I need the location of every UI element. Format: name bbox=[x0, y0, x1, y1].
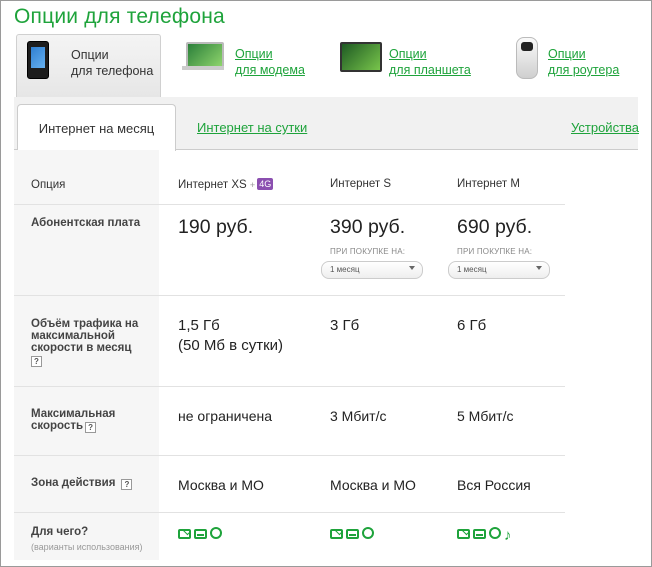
phone-icon bbox=[27, 41, 49, 79]
help-icon[interactable]: ? bbox=[121, 479, 133, 490]
plan-header-s: Интернет S bbox=[330, 178, 392, 190]
price-m: 690 руб. bbox=[457, 216, 533, 238]
traffic-label: Объём трафика на максимальной скорости в… bbox=[31, 318, 139, 367]
purpose-label: Для чего? bbox=[31, 526, 89, 538]
row-divider bbox=[14, 512, 565, 513]
buy-label-m: ПРИ ПОКУПКЕ НА: bbox=[457, 247, 533, 256]
zone-m: Вся Россия bbox=[457, 477, 531, 493]
message-icon bbox=[194, 529, 207, 539]
modem-icon bbox=[182, 42, 224, 70]
price-xs: 190 руб. bbox=[178, 216, 254, 238]
buy-label-s: ПРИ ПОКУПКЕ НА: bbox=[330, 247, 406, 256]
chevron-down-icon bbox=[536, 266, 542, 270]
period-select-m[interactable]: 1 месяц bbox=[448, 261, 550, 279]
help-icon[interactable]: ? bbox=[85, 422, 97, 433]
plan-header-m: Интернет M bbox=[457, 178, 520, 190]
row-divider bbox=[14, 386, 565, 387]
device-tab-phone-label: Опции для телефона bbox=[71, 48, 154, 78]
traffic-m: 6 Гб bbox=[457, 317, 487, 334]
device-tab-tablet-label[interactable]: Опции для планшета bbox=[389, 46, 471, 78]
device-tab-modem-label[interactable]: Опции для модема bbox=[235, 46, 305, 78]
tab-devices[interactable]: Устройства bbox=[571, 120, 639, 135]
tab-day[interactable]: Интернет на сутки bbox=[197, 120, 307, 135]
tablet-icon bbox=[340, 42, 382, 72]
tab-month[interactable]: Интернет на месяц bbox=[17, 104, 176, 151]
message-icon bbox=[346, 529, 359, 539]
tab-month-label: Интернет на месяц bbox=[38, 121, 155, 136]
email-icon bbox=[178, 529, 191, 539]
fee-label: Абонентская плата bbox=[31, 217, 141, 229]
speed-m: 5 Мбит/с bbox=[457, 408, 514, 424]
traffic-s: 3 Гб bbox=[330, 317, 360, 334]
speed-xs: не ограничена bbox=[178, 408, 273, 424]
4g-badge: 4G bbox=[257, 178, 274, 190]
usage-icons-xs bbox=[178, 526, 225, 544]
zone-xs: Москва и МО bbox=[178, 477, 264, 493]
device-tab-modem[interactable]: Опции для модема bbox=[182, 34, 314, 96]
speed-label: Максимальная скорость? bbox=[31, 408, 116, 433]
traffic-xs: 1,5 Гб (50 Мб в сутки) bbox=[178, 317, 284, 354]
router-icon bbox=[516, 37, 538, 79]
email-icon bbox=[457, 529, 470, 539]
row-divider bbox=[14, 204, 565, 205]
device-tab-phone[interactable]: Опции для телефона bbox=[16, 34, 161, 98]
email-icon bbox=[330, 529, 343, 539]
message-icon bbox=[473, 529, 486, 539]
device-tab-router-label[interactable]: Опции для роутера bbox=[548, 46, 619, 78]
speed-s: 3 Мбит/с bbox=[330, 408, 387, 424]
zone-label: Зона действия? bbox=[31, 477, 133, 490]
usage-icons-s bbox=[330, 526, 377, 544]
usage-icons-m: ♪ bbox=[457, 526, 512, 544]
web-icon bbox=[210, 527, 222, 539]
chevron-down-icon bbox=[409, 266, 415, 270]
plan-header-xs: Интернет XS +4G bbox=[178, 178, 274, 191]
row-divider bbox=[14, 295, 565, 296]
page-title: Опции для телефона bbox=[14, 5, 225, 28]
option-header: Опция bbox=[31, 179, 66, 191]
web-icon bbox=[489, 527, 501, 539]
help-icon[interactable]: ? bbox=[31, 356, 42, 367]
price-s: 390 руб. bbox=[330, 216, 406, 238]
row-divider bbox=[14, 455, 565, 456]
period-select-s[interactable]: 1 месяц bbox=[321, 261, 423, 279]
device-tab-router[interactable]: Опции для роутера bbox=[512, 34, 638, 96]
zone-s: Москва и МО bbox=[330, 477, 416, 493]
music-icon: ♪ bbox=[504, 527, 512, 544]
device-tab-tablet[interactable]: Опции для планшета bbox=[340, 34, 480, 96]
web-icon bbox=[362, 527, 374, 539]
purpose-sublabel: (варианты использования) bbox=[31, 542, 143, 552]
